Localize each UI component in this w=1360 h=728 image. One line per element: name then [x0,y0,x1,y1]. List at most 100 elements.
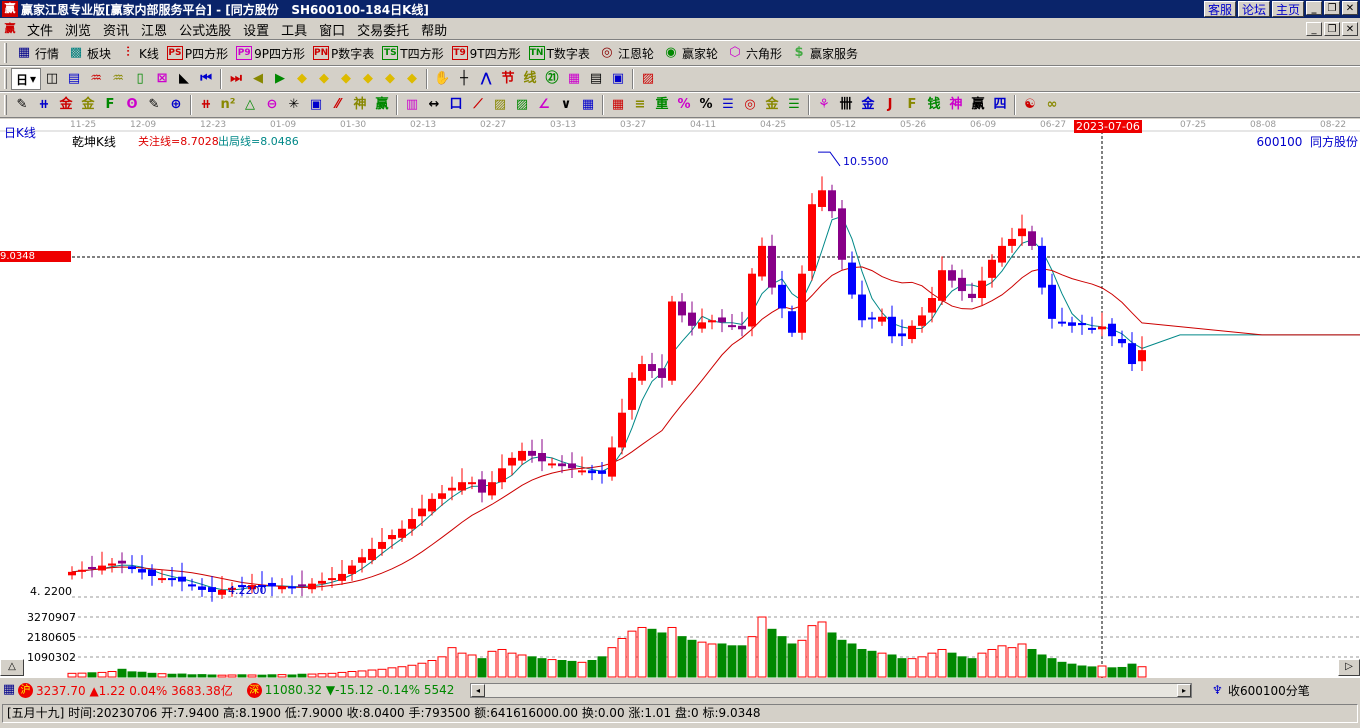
toolbar3-tool-icon[interactable]: ∠ [535,96,553,114]
toolbar-p-number-table-button[interactable]: PN P数字表 [309,42,378,64]
menu-item[interactable]: 江恩 [135,20,173,39]
tick-detail-label[interactable]: 收600100分笔 [1228,682,1310,699]
toolbar-winner-service-button[interactable]: $ 赢家服务 [786,42,862,64]
toolbar2-tool-icon[interactable]: ▯ [131,70,149,88]
toolbar3-tool-icon[interactable]: F [101,96,119,114]
toolbar-9p-square-button[interactable]: P9 9P四方形 [232,42,309,64]
toolbar-t-square-button[interactable]: TS T四方形 [378,42,447,64]
toolbar2-tool-icon[interactable]: ◆ [403,70,421,88]
close-button[interactable]: ✕ [1342,1,1358,15]
toolbar2-tool-icon[interactable]: ♒ [87,70,105,88]
toolbar2-tool-icon[interactable]: ▤ [587,70,605,88]
toolbar-9t-square-button[interactable]: T9 9T四方形 [448,42,525,64]
period-select[interactable]: 日 ▾ [11,68,42,90]
toolbar3-tool-icon[interactable]: ▨ [491,96,509,114]
toolbar2-tool-icon[interactable]: ⋀ [477,70,495,88]
toolbar-hexagon-button[interactable]: ⬡ 六角形 [722,42,786,64]
toolbar3-tool-icon[interactable]: ✎ [13,96,31,114]
toolbar3-tool-icon[interactable]: ✳ [285,96,303,114]
toolbar2-tool-icon[interactable]: 节 [499,70,517,88]
toolbar3-tool-icon[interactable]: △ [241,96,259,114]
toolbar3-tool-icon[interactable]: ◎ [741,96,759,114]
menu-item[interactable]: 公式选股 [173,20,237,39]
support-link[interactable]: 客服 [1203,1,1236,17]
menu-item[interactable]: 工具 [275,20,313,39]
menu-item[interactable]: 交易委托 [351,20,415,39]
menu-item[interactable]: 设置 [237,20,275,39]
toolbar3-tool-icon[interactable]: 金 [763,96,781,114]
scroll-right-arrow[interactable]: ▸ [1177,684,1191,697]
toolbar2-tool-icon[interactable]: ⊠ [153,70,171,88]
toolbar3-tool-icon[interactable]: ▥ [403,96,421,114]
toolbar3-tool-icon[interactable]: ☯ [1021,96,1039,114]
kline-chart[interactable]: 日K线 乾坤K线 关注线=8.7028 出局线=8.0486 600100 同方… [0,119,1360,678]
toolbar3-tool-icon[interactable]: ⧺ [35,96,53,114]
toolbar2-tool-icon[interactable]: 线 [521,70,539,88]
toolbar-t-number-table-button[interactable]: TN T数字表 [525,42,594,64]
toolbar3-tool-icon[interactable]: 重 [653,96,671,114]
toolbar3-tool-icon[interactable]: 四 [991,96,1009,114]
toolbar2-tool-icon[interactable]: ▨ [639,70,657,88]
toolbar3-tool-icon[interactable]: 口 [447,96,465,114]
toolbar2-tool-icon[interactable]: ⏭ [227,70,245,88]
scroll-left-arrow[interactable]: ◂ [471,684,485,697]
minimize-button[interactable]: _ [1306,1,1322,15]
sh-index-quote[interactable]: 3237.70 ▲1.22 0.04% 3683.38亿 [36,682,233,699]
toolbar-gann-wheel-button[interactable]: ◎ 江恩轮 [594,42,658,64]
toolbar3-tool-icon[interactable]: 金 [57,96,75,114]
sz-index-quote[interactable]: 11080.32 ▼-15.12 -0.14% 5542.3 [265,683,455,697]
toolbar3-tool-icon[interactable]: 金 [859,96,877,114]
menu-item[interactable]: 文件 [21,20,59,39]
toolbar3-tool-icon[interactable]: ☰ [719,96,737,114]
child-restore-button[interactable]: ❐ [1324,22,1340,36]
home-link[interactable]: 主页 [1271,1,1304,17]
toolbar2-tool-icon[interactable]: ┼ [455,70,473,88]
toolbar3-tool-icon[interactable]: ⁄⁄ [329,96,347,114]
toolbar3-tool-icon[interactable]: ⊕ [167,96,185,114]
toolbar3-tool-icon[interactable]: ▦ [609,96,627,114]
toolbar3-tool-icon[interactable]: 卌 [837,96,855,114]
menu-item[interactable]: 资讯 [97,20,135,39]
toolbar2-tool-icon[interactable]: ◀ [249,70,267,88]
toolbar2-tool-icon[interactable]: ㉑ [543,70,561,88]
toolbar3-tool-icon[interactable]: 赢 [373,96,391,114]
toolbar-quotes-button[interactable]: ▦ 行情 [11,42,63,64]
menu-item[interactable]: 浏览 [59,20,97,39]
toolbar2-tool-icon[interactable]: ◆ [381,70,399,88]
toolbar3-tool-icon[interactable]: ▨ [513,96,531,114]
toolbar3-tool-icon[interactable]: ∨ [557,96,575,114]
toolbar3-tool-icon[interactable]: 赢 [969,96,987,114]
toolbar2-tool-icon[interactable]: ◫ [43,70,61,88]
calculator-icon[interactable]: ▦ [0,681,18,699]
toolbar3-tool-icon[interactable]: 神 [947,96,965,114]
menu-item[interactable]: 窗口 [313,20,351,39]
toolbar3-tool-icon[interactable]: ⊖ [263,96,281,114]
menu-item[interactable]: 帮助 [415,20,453,39]
toolbar3-tool-icon[interactable]: ▣ [307,96,325,114]
toolbar3-tool-icon[interactable]: ↔ [425,96,443,114]
toolbar3-tool-icon[interactable]: % [675,96,693,114]
toolbar-p-square-button[interactable]: PS P四方形 [163,42,232,64]
toolbar3-tool-icon[interactable]: ▦ [579,96,597,114]
toolbar2-tool-icon[interactable]: ▤ [65,70,83,88]
toolbar2-tool-icon[interactable]: ♒ [109,70,127,88]
forum-link[interactable]: 论坛 [1237,1,1270,17]
toolbar3-tool-icon[interactable]: ⚘ [815,96,833,114]
child-minimize-button[interactable]: _ [1306,22,1322,36]
toolbar2-tool-icon[interactable]: ◆ [293,70,311,88]
toolbar3-tool-icon[interactable]: ≡ [631,96,649,114]
toolbar3-tool-icon[interactable]: % [697,96,715,114]
horizontal-scrollbar[interactable]: ◂ ▸ [470,683,1192,698]
toolbar3-tool-icon[interactable]: ⟋ [469,96,487,114]
toolbar3-tool-icon[interactable]: 神 [351,96,369,114]
toolbar2-tool-icon[interactable]: ▣ [609,70,627,88]
menu-logo-icon[interactable]: 赢 [2,21,18,37]
toolbar3-tool-icon[interactable]: n² [219,96,237,114]
toolbar2-tool-icon[interactable]: ◆ [337,70,355,88]
child-close-button[interactable]: ✕ [1342,22,1358,36]
toolbar3-tool-icon[interactable]: 钱 [925,96,943,114]
restore-button[interactable]: ❐ [1324,1,1340,15]
toolbar2-tool-icon[interactable]: ▦ [565,70,583,88]
toolbar-kline-button[interactable]: ⫶ K线 [115,42,163,64]
toolbar2-tool-icon[interactable]: ▶ [271,70,289,88]
